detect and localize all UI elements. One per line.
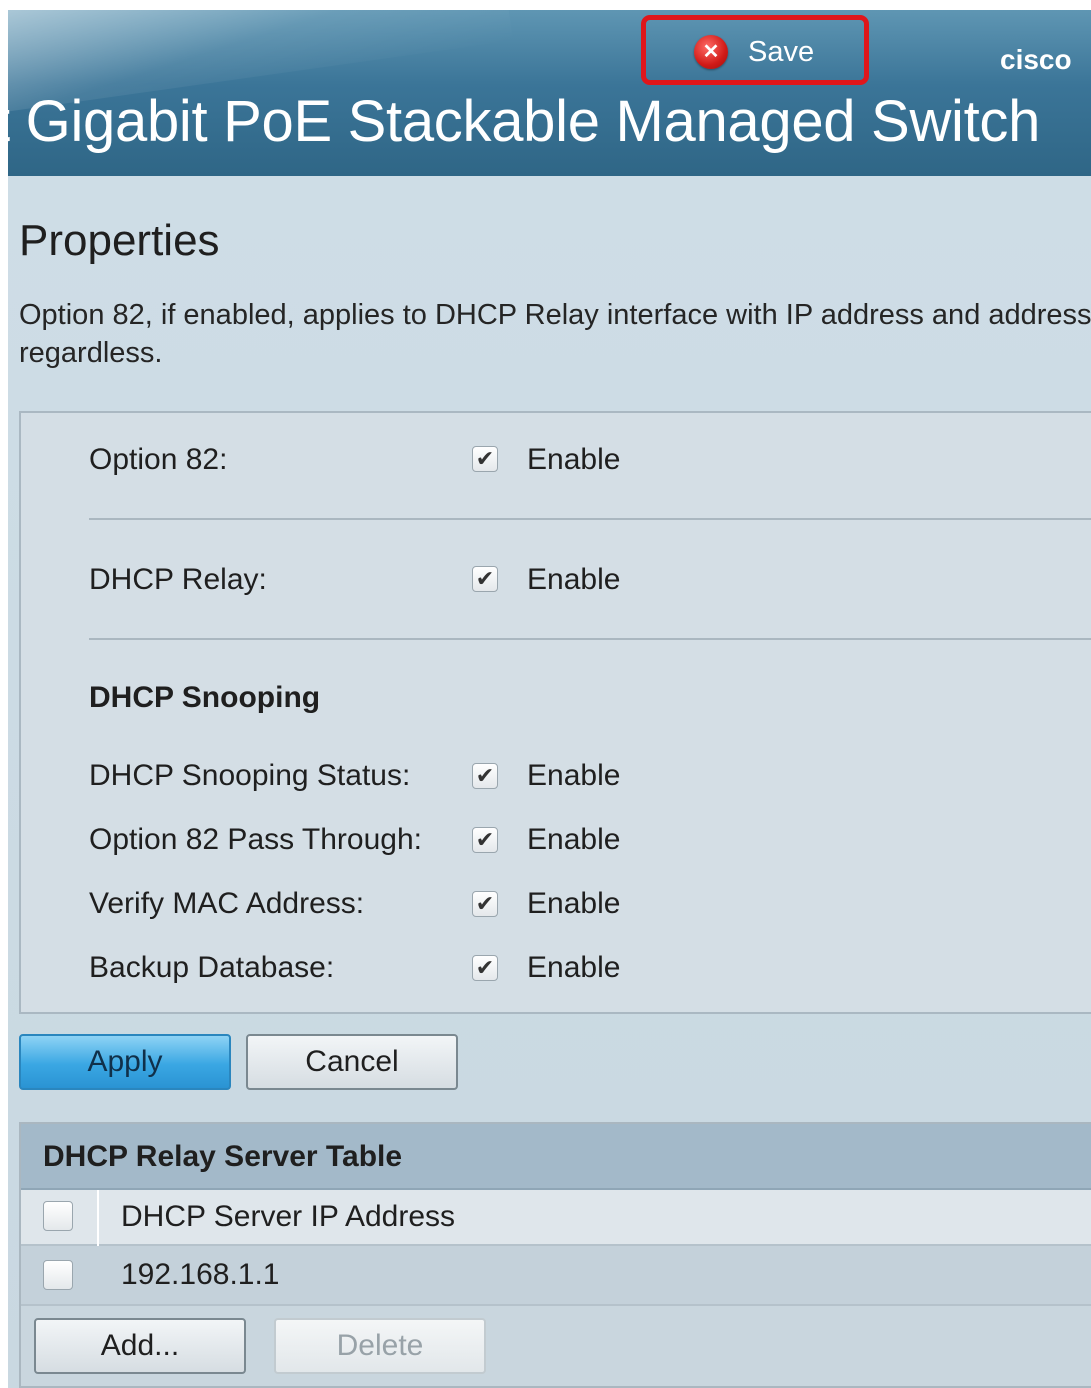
server-ip-cell: 192.168.1.1 <box>121 1258 280 1291</box>
snooping-status-label: DHCP Snooping Status: <box>89 759 411 792</box>
pass-through-enable-label: Enable <box>527 823 621 856</box>
divider <box>89 638 1091 640</box>
close-circle-icon: ✕ <box>694 35 728 69</box>
page-title: Properties <box>19 216 220 265</box>
backup-db-enable-label: Enable <box>527 951 621 984</box>
backup-db-checkbox[interactable]: ✔ <box>472 955 498 981</box>
save-button[interactable]: ✕ Save <box>694 32 814 72</box>
cisco-logo: cisco <box>1000 44 1072 75</box>
verify-mac-enable-label: Enable <box>527 887 621 920</box>
option82-checkbox[interactable]: ✔ <box>472 446 498 472</box>
table-title-bar: DHCP Relay Server Table <box>21 1124 1091 1190</box>
dhcp-relay-checkbox[interactable]: ✔ <box>472 566 498 592</box>
app-window: t Gigabit PoE Stackable Managed Switch c… <box>8 10 1091 1388</box>
backup-db-label: Backup Database: <box>89 951 335 984</box>
table-row[interactable]: 192.168.1.1 <box>21 1246 1091 1306</box>
dhcp-relay-enable-label: Enable <box>527 563 621 596</box>
snooping-status-enable-label: Enable <box>527 759 621 792</box>
add-button[interactable]: Add... <box>34 1318 246 1374</box>
page-description: Option 82, if enabled, applies to DHCP R… <box>19 299 1091 369</box>
option82-label: Option 82: <box>89 443 228 476</box>
verify-mac-checkbox[interactable]: ✔ <box>472 891 498 917</box>
pass-through-label: Option 82 Pass Through: <box>89 823 422 856</box>
column-separator <box>97 1190 99 1246</box>
dhcp-snooping-heading: DHCP Snooping <box>89 681 321 714</box>
header-banner: t Gigabit PoE Stackable Managed Switch c… <box>8 10 1091 176</box>
dhcp-relay-label: DHCP Relay: <box>89 563 267 596</box>
cancel-button[interactable]: Cancel <box>246 1034 458 1090</box>
table-title: DHCP Relay Server Table <box>43 1140 403 1173</box>
pass-through-checkbox[interactable]: ✔ <box>472 827 498 853</box>
row-checkbox[interactable] <box>43 1260 73 1290</box>
column-header-ip: DHCP Server IP Address <box>121 1200 456 1233</box>
option82-enable-label: Enable <box>527 443 621 476</box>
delete-button[interactable]: Delete <box>274 1318 486 1374</box>
product-title: t Gigabit PoE Stackable Managed Switch <box>8 89 1041 154</box>
save-label: Save <box>748 35 815 68</box>
dhcp-relay-server-table: DHCP Relay Server Table DHCP Server IP A… <box>19 1122 1091 1388</box>
settings-panel: Option 82: ✔ Enable DHCP Relay: ✔ Enable… <box>19 411 1091 1014</box>
apply-button[interactable]: Apply <box>19 1034 231 1090</box>
main-content: Properties Option 82, if enabled, applie… <box>8 176 1091 1388</box>
divider <box>89 518 1091 520</box>
table-header-row: DHCP Server IP Address <box>21 1190 1091 1246</box>
select-all-checkbox[interactable] <box>43 1201 73 1231</box>
verify-mac-label: Verify MAC Address: <box>89 887 365 920</box>
snooping-status-checkbox[interactable]: ✔ <box>472 763 498 789</box>
